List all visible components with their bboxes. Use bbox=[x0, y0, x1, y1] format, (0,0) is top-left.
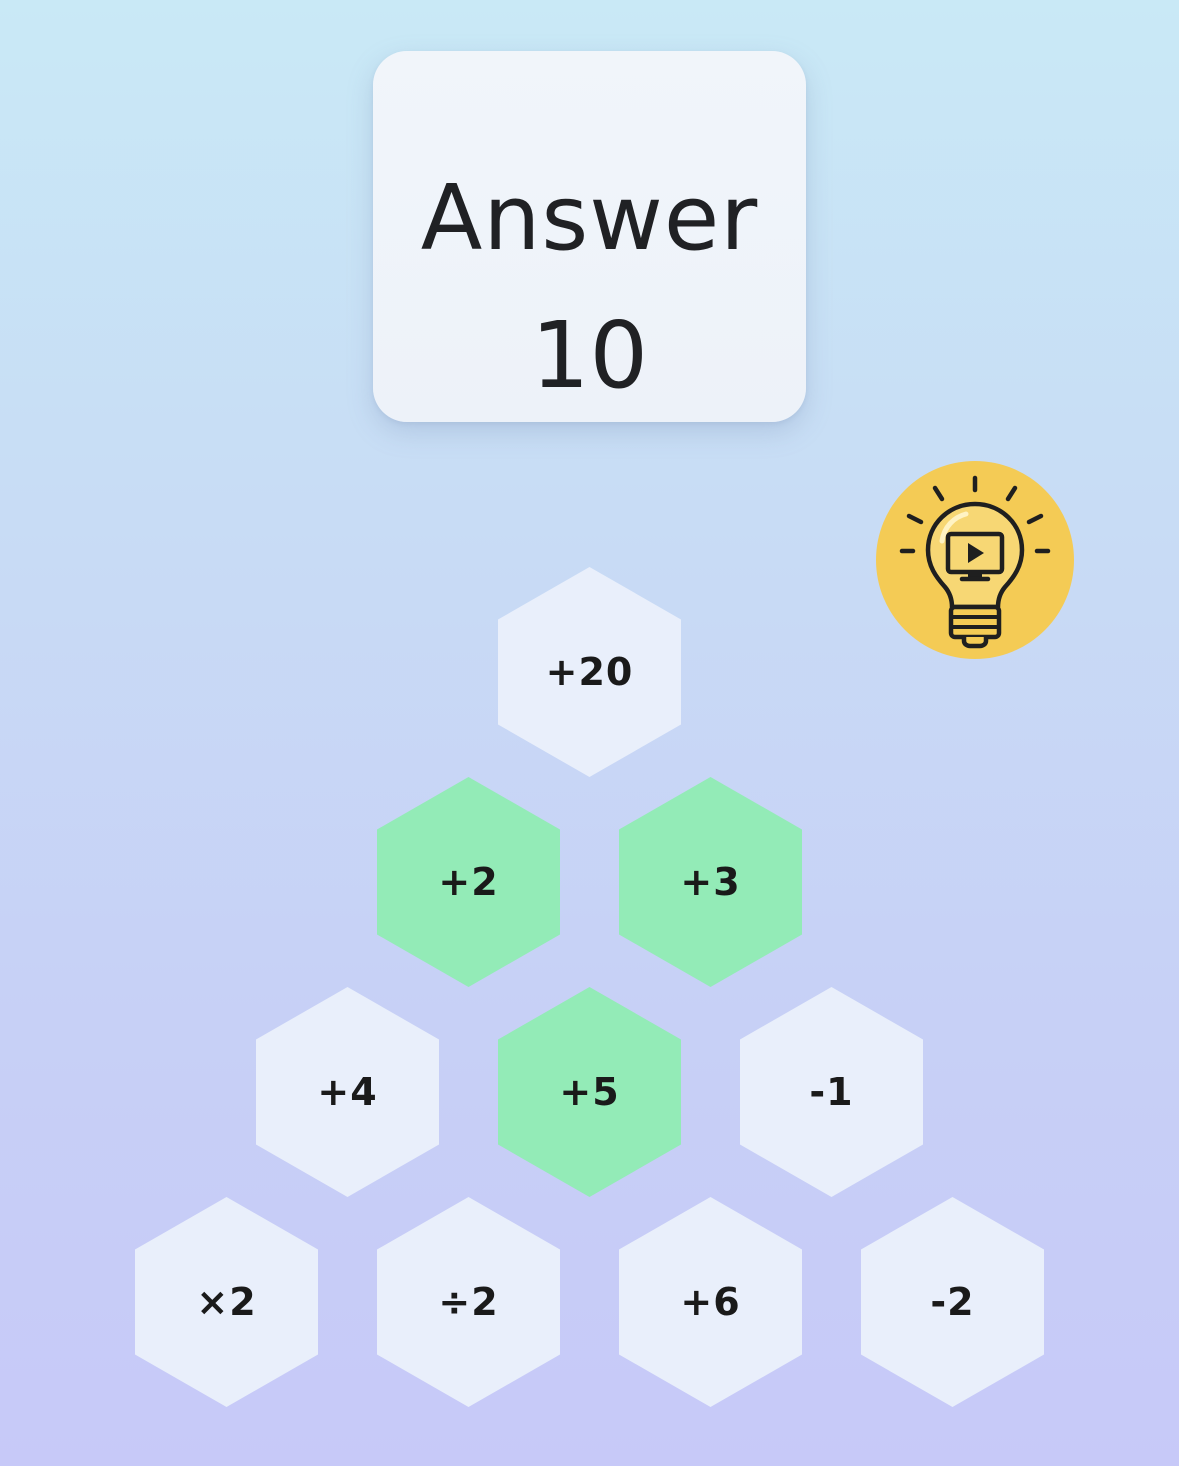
hex-tile-label: +4 bbox=[317, 1070, 378, 1114]
hex-tile-label: +6 bbox=[680, 1280, 741, 1324]
hex-tile[interactable]: +3 bbox=[619, 777, 802, 987]
hex-tile[interactable]: +4 bbox=[256, 987, 439, 1197]
hex-tile[interactable]: +6 bbox=[619, 1197, 802, 1407]
hex-tile-label: ÷2 bbox=[438, 1280, 499, 1324]
hex-tile-label: +3 bbox=[680, 860, 741, 904]
hex-tile[interactable]: +5 bbox=[498, 987, 681, 1197]
hex-tile-label: +5 bbox=[559, 1070, 620, 1114]
hex-tile-label: ×2 bbox=[196, 1280, 257, 1324]
hex-tile[interactable]: ×2 bbox=[135, 1197, 318, 1407]
hex-tile-label: +20 bbox=[545, 650, 634, 694]
hex-tile[interactable]: -2 bbox=[861, 1197, 1044, 1407]
hex-tile[interactable]: -1 bbox=[740, 987, 923, 1197]
hex-tile-label: -2 bbox=[930, 1280, 975, 1324]
hex-tile[interactable]: ÷2 bbox=[377, 1197, 560, 1407]
hex-board: +20 +2 +3 +4 +5 -1 ×2 ÷2 +6 -2 bbox=[0, 0, 1179, 1466]
hex-tile[interactable]: +20 bbox=[498, 567, 681, 777]
hex-tile-label: +2 bbox=[438, 860, 499, 904]
hex-tile[interactable]: +2 bbox=[377, 777, 560, 987]
hex-tile-label: -1 bbox=[809, 1070, 854, 1114]
